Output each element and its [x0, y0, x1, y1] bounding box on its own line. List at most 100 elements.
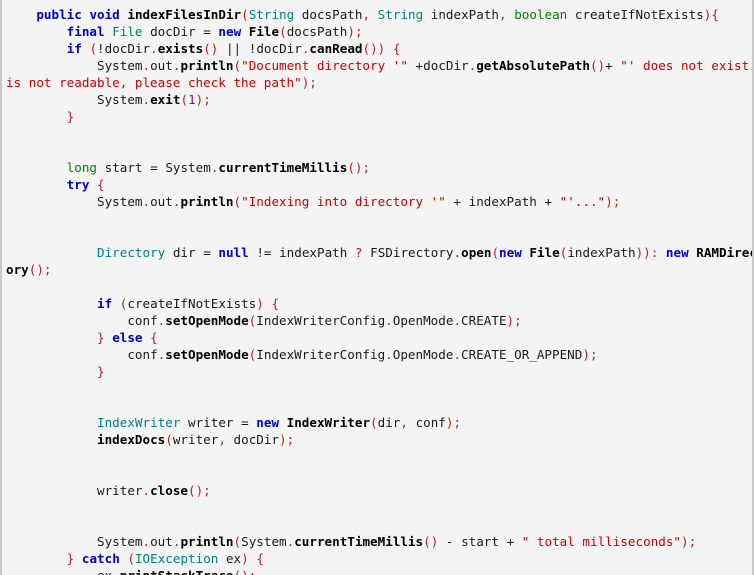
- token-identifier: writer: [188, 415, 234, 430]
- token-identifier: docDir: [423, 58, 469, 73]
- token-punct: );: [681, 534, 697, 549]
- token-punct: ();: [234, 568, 257, 575]
- token-punct: (: [233, 194, 242, 209]
- code-line: }: [2, 108, 752, 125]
- token-type: IOException: [134, 551, 219, 566]
- token-constructor: IndexWriter: [286, 415, 371, 430]
- token-operator: -: [445, 534, 454, 549]
- token-operator: =: [150, 160, 158, 175]
- code-line: } else {: [2, 329, 752, 346]
- token-punct: .: [150, 41, 158, 56]
- token-operator: +: [506, 534, 515, 549]
- token-operator: !=: [256, 245, 272, 260]
- token-punct: {: [97, 177, 105, 192]
- token-punct: );: [279, 432, 295, 447]
- token-keyword: new: [499, 245, 522, 260]
- code-viewer[interactable]: public void indexFilesInDir(String docsP…: [0, 0, 754, 575]
- code-line: indexDocs(writer, docDir);: [2, 431, 752, 448]
- token-method-call: getAbsolutePath: [476, 58, 590, 73]
- token-identifier: IndexWriterConfig: [256, 347, 386, 362]
- token-punct: {: [271, 296, 280, 311]
- token-method-call: open: [461, 245, 492, 260]
- token-punct: (): [203, 41, 219, 56]
- code-line: try {: [2, 176, 752, 193]
- code-line: Directory dir = null != indexPath ? FSDi…: [2, 244, 752, 261]
- token-identifier: docsPath: [286, 24, 348, 39]
- token-method-call: printStackTrace: [120, 568, 234, 575]
- token-punct: .: [453, 313, 462, 328]
- token-constructor: RAMDirect: [696, 245, 752, 260]
- token-punct: );: [506, 313, 522, 328]
- code-line: long start = System.currentTimeMillis();: [2, 159, 752, 176]
- token-punct: (: [165, 432, 173, 447]
- token-operator: =: [241, 415, 249, 430]
- token-punct: ){: [703, 7, 719, 22]
- token-identifier: start: [104, 160, 143, 175]
- token-identifier: dir: [172, 245, 196, 260]
- token-identifier: IndexWriterConfig: [256, 313, 386, 328]
- token-punct: (: [370, 415, 378, 430]
- token-identifier: conf: [415, 415, 446, 430]
- code-line: ex.printStackTrace();: [2, 567, 752, 575]
- token-keyword: else: [112, 330, 143, 345]
- code-line: System.out.println(System.currentTimeMil…: [2, 533, 752, 550]
- token-identifier: conf: [127, 347, 158, 362]
- token-identifier: indexPath: [279, 245, 348, 260]
- token-method-call: canRead: [309, 41, 363, 56]
- token-punct: (: [180, 92, 189, 107]
- token-method-call: println: [180, 534, 234, 549]
- token-keyword: new: [256, 415, 280, 430]
- code-line: final File docDir = new File(docsPath);: [2, 23, 752, 40]
- token-identifier: docDir: [233, 432, 280, 447]
- token-string: is not readable, please check the path": [6, 75, 302, 90]
- token-identifier: out: [150, 534, 173, 549]
- token-identifier: System: [97, 534, 143, 549]
- code-line: conf.setOpenMode(IndexWriterConfig.OpenM…: [2, 346, 752, 363]
- token-punct: ): [256, 296, 264, 311]
- java-code-listing[interactable]: public void indexFilesInDir(String docsP…: [2, 0, 752, 575]
- token-identifier: ex: [97, 568, 112, 575]
- token-punct: ();: [347, 160, 371, 175]
- token-punct: ): [241, 551, 249, 566]
- token-punct: (): [423, 534, 439, 549]
- code-line-wrapped: is not readable, please check the path")…: [2, 74, 752, 91]
- token-identifier: start: [461, 534, 499, 549]
- token-method-call: exists: [157, 41, 204, 56]
- token-method-name: indexFilesInDir: [127, 7, 242, 22]
- token-constructor-cont: ory: [6, 262, 29, 277]
- code-line: System.out.println("Document directory '…: [2, 57, 752, 74]
- token-keyword: try: [66, 177, 90, 192]
- token-punct: )):: [635, 245, 659, 260]
- token-operator: +: [544, 194, 553, 209]
- token-punct: .: [142, 58, 151, 73]
- token-punct: .: [142, 194, 151, 209]
- token-punct: );: [445, 415, 462, 430]
- token-identifier: dir: [377, 415, 401, 430]
- token-identifier: System: [165, 160, 211, 175]
- token-method-call: indexDocs: [97, 432, 166, 447]
- token-punct: ?: [354, 245, 363, 260]
- token-identifier: OpenMode: [392, 313, 454, 328]
- token-punct: ();: [188, 483, 211, 498]
- token-keyword: catch: [81, 551, 120, 566]
- token-primitive: long: [66, 160, 98, 175]
- token-method-call: currentTimeMillis: [294, 534, 424, 549]
- token-identifier: out: [150, 194, 173, 209]
- code-line: }: [2, 363, 752, 380]
- token-keyword: if: [97, 296, 113, 311]
- token-string: " total milliseconds": [521, 534, 681, 549]
- token-keyword: public: [36, 7, 82, 22]
- token-operator: +: [453, 194, 462, 209]
- token-method-call: setOpenMode: [165, 313, 249, 328]
- code-line: conf.setOpenMode(IndexWriterConfig.OpenM…: [2, 312, 752, 329]
- token-identifier: OpenMode: [392, 347, 454, 362]
- token-keyword: if: [66, 41, 82, 56]
